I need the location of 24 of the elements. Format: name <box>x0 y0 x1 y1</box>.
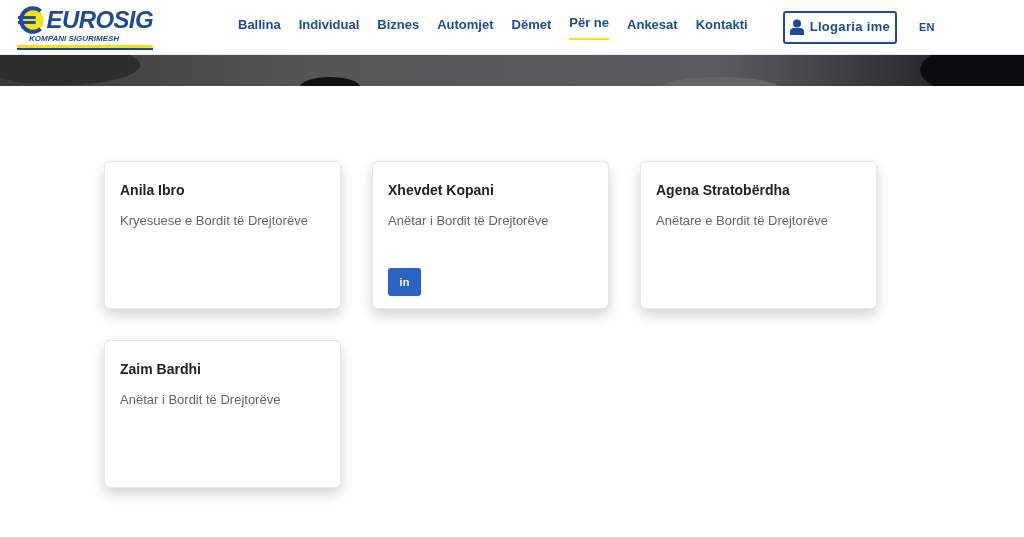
nav-link[interactable]: Individual <box>298 11 360 43</box>
account-button[interactable]: Llogaria ime <box>782 10 898 44</box>
logo-name: EUROSIG <box>46 7 153 32</box>
linkedin-button[interactable]: in <box>388 268 421 296</box>
member-role: Kryesuese e Bordit të Drejtorëve <box>120 212 309 230</box>
nav-link[interactable]: Për ne <box>569 9 610 41</box>
user-icon <box>789 19 804 35</box>
logo[interactable]: EUROSIG KOMPANI SIGURIMESH <box>17 4 153 50</box>
member-name: Anila Ibro <box>120 181 186 200</box>
nav-link[interactable]: Kontakti <box>695 11 748 43</box>
nav-link[interactable]: Dëmet <box>511 11 552 43</box>
nav-link[interactable]: Ankesat <box>627 11 678 43</box>
member-role: Anëtare e Bordit të Drejtorëve <box>656 212 829 230</box>
member-name: Agena Stratobërdha <box>656 181 791 200</box>
member-name: Zaim Bardhi <box>120 360 202 379</box>
nav-link[interactable]: Biznes <box>377 11 420 43</box>
nav-link[interactable]: Ballina <box>238 11 281 43</box>
member-name: Xhevdet Kopani <box>388 181 495 200</box>
euro-icon <box>17 4 47 35</box>
member-role: Anëtar i Bordit të Drejtorëve <box>120 391 282 409</box>
member-role: Anëtar i Bordit të Drejtorëve <box>388 212 550 230</box>
logo-tagline: KOMPANI SIGURIMESH <box>29 34 121 43</box>
language-link[interactable]: EN <box>919 18 935 36</box>
nav-link[interactable]: Automjet <box>437 11 494 43</box>
